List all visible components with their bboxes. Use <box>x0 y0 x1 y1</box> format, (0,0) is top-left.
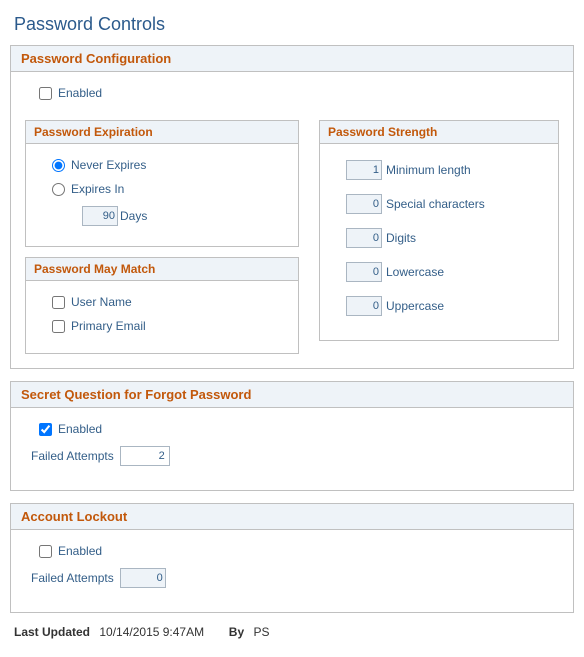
pwd-config-enabled-checkbox[interactable] <box>39 87 52 100</box>
min-length-row: Minimum length <box>346 160 546 180</box>
min-length-input[interactable] <box>346 160 382 180</box>
lockout-enabled-label: Enabled <box>58 544 102 558</box>
password-strength-header: Password Strength <box>320 121 558 144</box>
match-username-label: User Name <box>71 295 132 309</box>
secret-q-failed-row: Failed Attempts <box>25 446 559 466</box>
never-expires-radio[interactable] <box>52 159 65 172</box>
password-configuration-header: Password Configuration <box>11 46 573 72</box>
password-strength-panel: Password Strength Minimum length Special… <box>319 120 559 341</box>
expires-in-row: Expires In <box>38 182 286 196</box>
uppercase-input[interactable] <box>346 296 382 316</box>
expires-days-row: Days <box>82 206 286 226</box>
account-lockout-panel: Account Lockout Enabled Failed Attempts <box>10 503 574 613</box>
footer-row: Last Updated 10/14/2015 9:47AM By PS <box>14 625 570 639</box>
by-label: By <box>229 625 244 639</box>
password-configuration-panel: Password Configuration Enabled Password … <box>10 45 574 369</box>
by-value: PS <box>253 625 269 639</box>
secret-question-panel: Secret Question for Forgot Password Enab… <box>10 381 574 491</box>
match-primary-email-checkbox[interactable] <box>52 320 65 333</box>
never-expires-row: Never Expires <box>38 158 286 172</box>
min-length-label: Minimum length <box>386 163 471 177</box>
special-chars-input[interactable] <box>346 194 382 214</box>
expires-in-radio[interactable] <box>52 183 65 196</box>
match-username-row: User Name <box>38 295 286 309</box>
special-chars-label: Special characters <box>386 197 485 211</box>
uppercase-label: Uppercase <box>386 299 444 313</box>
secret-q-failed-label: Failed Attempts <box>31 449 114 463</box>
secret-q-failed-input[interactable] <box>120 446 170 466</box>
expires-days-unit: Days <box>120 209 147 223</box>
digits-label: Digits <box>386 231 416 245</box>
secret-q-enabled-row: Enabled <box>25 422 559 436</box>
lockout-enabled-checkbox[interactable] <box>39 545 52 558</box>
lowercase-label: Lowercase <box>386 265 444 279</box>
lockout-failed-row: Failed Attempts <box>25 568 559 588</box>
password-expiration-panel: Password Expiration Never Expires Expire… <box>25 120 299 247</box>
digits-input[interactable] <box>346 228 382 248</box>
match-primary-email-label: Primary Email <box>71 319 146 333</box>
account-lockout-header: Account Lockout <box>11 504 573 530</box>
lowercase-row: Lowercase <box>346 262 546 282</box>
lockout-failed-label: Failed Attempts <box>31 571 114 585</box>
match-username-checkbox[interactable] <box>52 296 65 309</box>
match-primary-email-row: Primary Email <box>38 319 286 333</box>
uppercase-row: Uppercase <box>346 296 546 316</box>
password-expiration-header: Password Expiration <box>26 121 298 144</box>
special-chars-row: Special characters <box>346 194 546 214</box>
secret-q-enabled-label: Enabled <box>58 422 102 436</box>
last-updated-label: Last Updated <box>14 625 90 639</box>
lockout-failed-input[interactable] <box>120 568 166 588</box>
expires-days-input[interactable] <box>82 206 118 226</box>
pwd-config-enabled-label: Enabled <box>58 86 102 100</box>
page-title: Password Controls <box>14 14 574 35</box>
last-updated-value: 10/14/2015 9:47AM <box>99 625 204 639</box>
password-may-match-header: Password May Match <box>26 258 298 281</box>
lowercase-input[interactable] <box>346 262 382 282</box>
secret-question-header: Secret Question for Forgot Password <box>11 382 573 408</box>
secret-q-enabled-checkbox[interactable] <box>39 423 52 436</box>
expires-in-label: Expires In <box>71 182 124 196</box>
lockout-enabled-row: Enabled <box>25 544 559 558</box>
digits-row: Digits <box>346 228 546 248</box>
password-may-match-panel: Password May Match User Name Primary Ema… <box>25 257 299 354</box>
never-expires-label: Never Expires <box>71 158 146 172</box>
pwd-config-enabled-row: Enabled <box>25 86 559 100</box>
